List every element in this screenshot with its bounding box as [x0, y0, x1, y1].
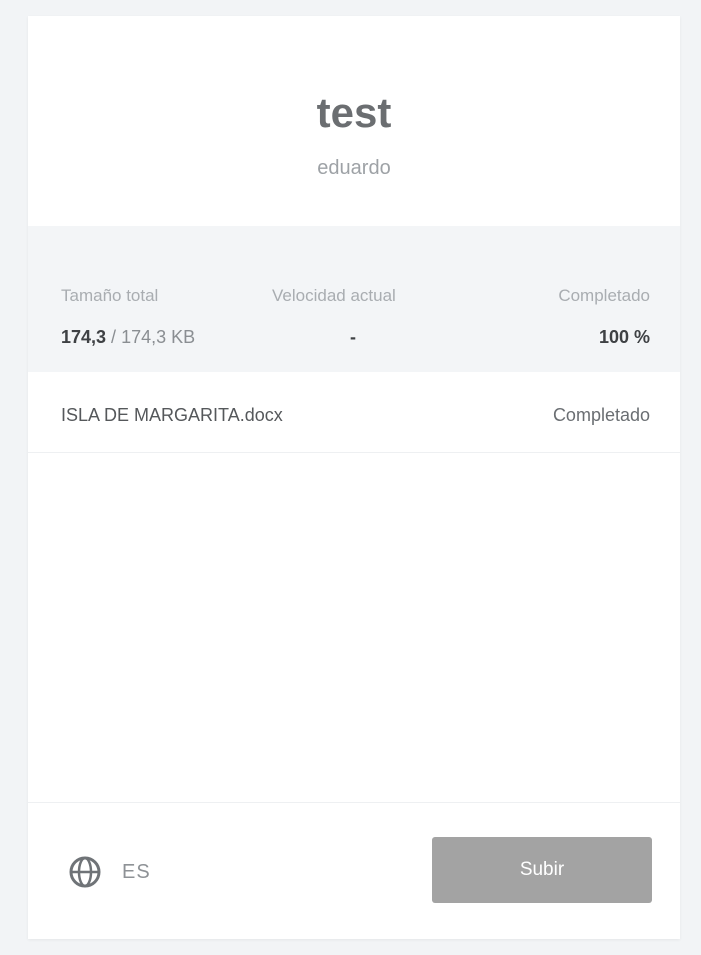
language-selector[interactable]: ES	[68, 855, 151, 889]
file-name: ISLA DE MARGARITA.docx	[61, 405, 283, 425]
file-status: Completado	[552, 405, 650, 425]
total-size: 174,3 KB	[121, 327, 196, 347]
total-size-value: 174,3 / 174,3 KB	[61, 327, 195, 347]
current-speed-text: -	[350, 327, 356, 347]
completed-percent: 100 %	[598, 327, 650, 347]
total-size-label: Tamaño total	[61, 286, 159, 305]
completed-value: 100 %	[599, 327, 650, 347]
current-speed-label: Velocidad actual	[272, 286, 396, 305]
upload-footer: ES Subir	[28, 802, 680, 940]
upload-header: test eduardo	[28, 16, 680, 226]
upload-card: test eduardo Tamaño total 174,3 / 174,3 …	[28, 16, 680, 939]
globe-icon	[68, 855, 102, 889]
upload-button[interactable]: Subir	[432, 837, 652, 903]
language-code: ES	[122, 860, 151, 883]
current-speed-value: -	[350, 327, 356, 347]
upload-stats: Tamaño total 174,3 / 174,3 KB Velocidad …	[28, 226, 680, 372]
uploaded-size: 174,3	[61, 327, 107, 347]
completed-label: Completado	[558, 286, 650, 305]
uploader-name: eduardo	[317, 157, 391, 179]
size-separator: /	[106, 327, 122, 347]
upload-title: test	[316, 89, 392, 136]
file-row: ISLA DE MARGARITA.docx Completado	[28, 372, 680, 453]
